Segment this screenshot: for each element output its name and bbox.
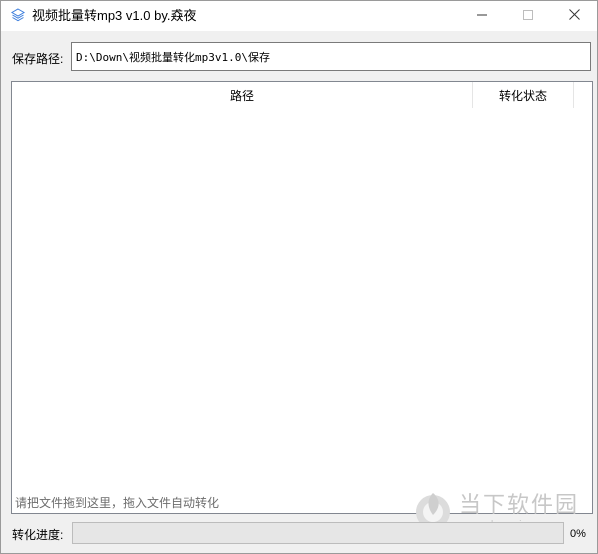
file-list-header: 路径 转化状态 <box>12 82 592 108</box>
close-button[interactable] <box>551 1 597 31</box>
close-icon <box>568 9 580 23</box>
column-header-path[interactable]: 路径 <box>12 82 473 108</box>
save-path-label: 保存路径: <box>12 52 64 66</box>
app-window: 视频批量转mp3 v1.0 by.猋夜 保存路径: 路径 转化状态 <box>0 0 598 554</box>
layers-icon <box>11 8 25 22</box>
maximize-button[interactable] <box>505 1 551 31</box>
window-title: 视频批量转mp3 v1.0 by.猋夜 <box>32 8 197 23</box>
save-path-input[interactable] <box>71 42 591 71</box>
column-header-status[interactable]: 转化状态 <box>473 82 574 108</box>
file-list[interactable]: 路径 转化状态 请把文件拖到这里，拖入文件自动转化 <box>11 81 593 514</box>
progress-label: 转化进度: <box>12 528 64 542</box>
watermark-name: 当下软件园 <box>459 493 580 518</box>
maximize-icon <box>523 9 533 23</box>
minimize-button[interactable] <box>459 1 505 31</box>
progress-percent: 0% <box>570 528 586 540</box>
conversion-progress-bar <box>72 522 564 544</box>
title-bar[interactable]: 视频批量转mp3 v1.0 by.猋夜 <box>1 1 597 31</box>
drop-hint: 请把文件拖到这里，拖入文件自动转化 <box>15 496 220 510</box>
minimize-icon <box>477 9 487 23</box>
